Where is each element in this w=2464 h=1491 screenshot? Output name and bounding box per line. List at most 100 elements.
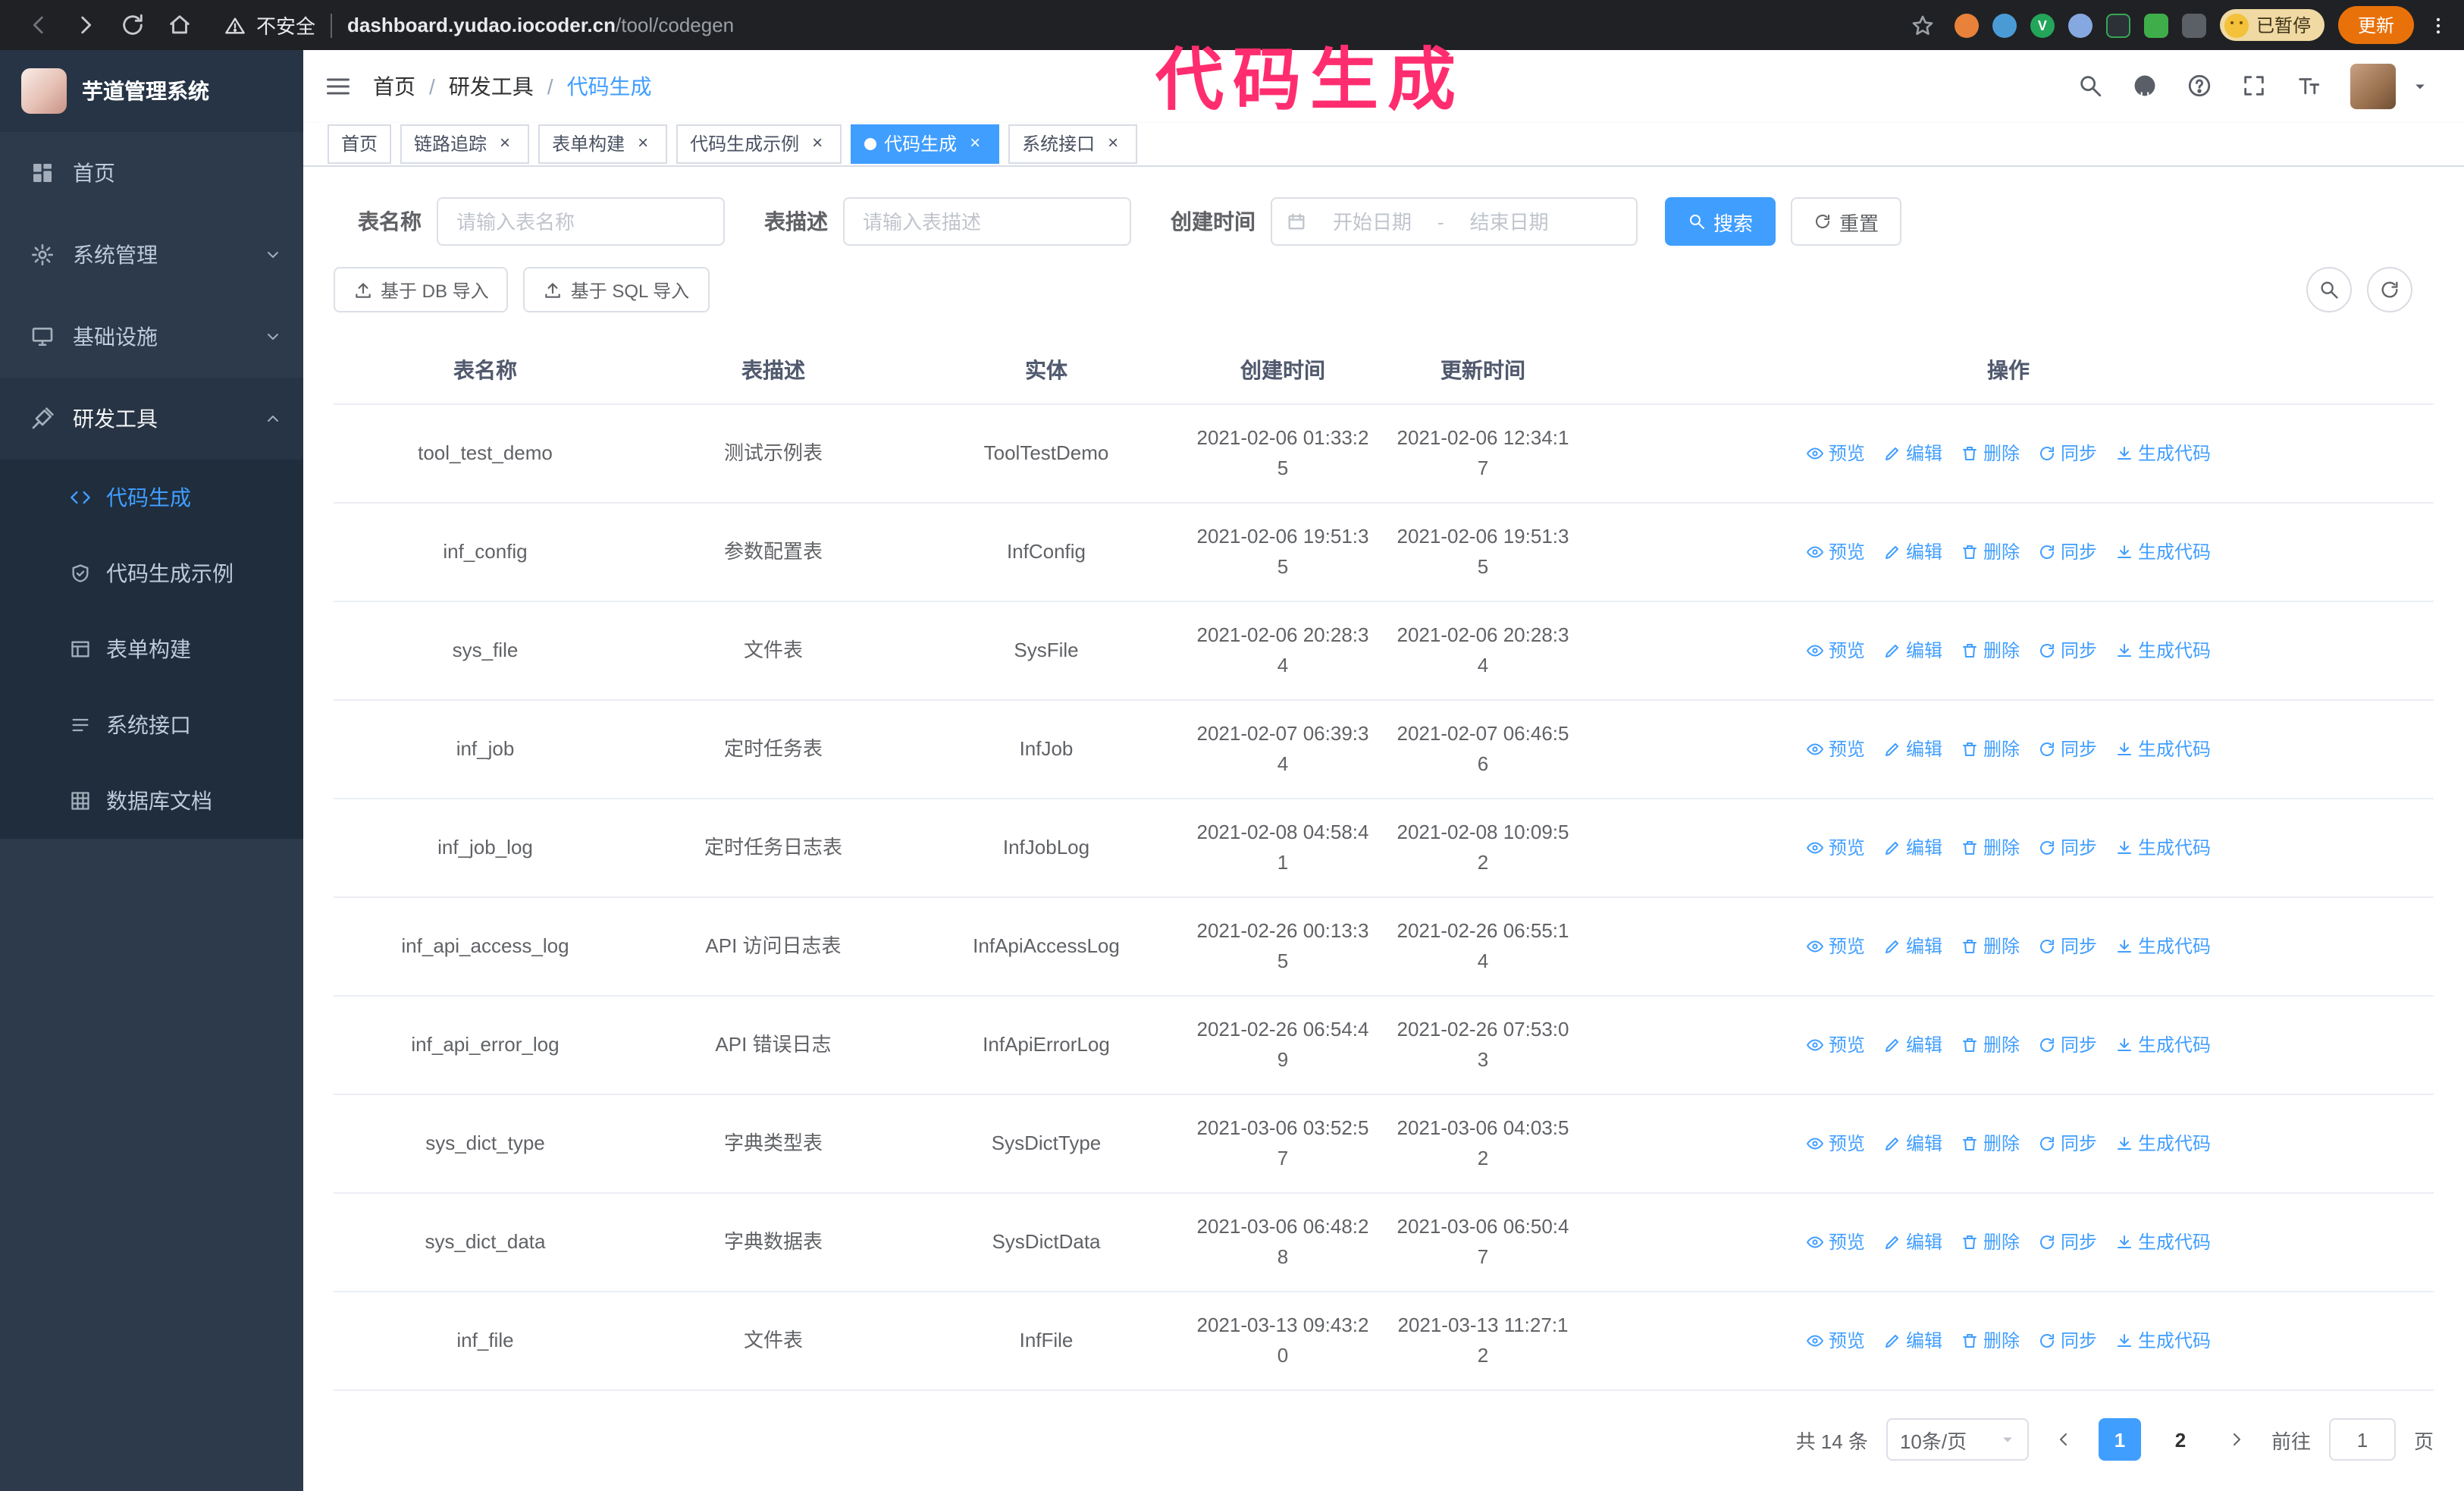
sync-link[interactable]: 同步 [2038,636,2097,666]
delete-link[interactable]: 删除 [1961,537,2020,567]
preview-link[interactable]: 预览 [1806,438,1865,469]
preview-link[interactable]: 预览 [1806,1227,1865,1257]
sync-link[interactable]: 同步 [2038,1227,2097,1257]
address-bar[interactable]: 不安全 dashboard.yudao.iocoder.cn/tool/code… [224,11,734,39]
sidebar-item-infrastructure[interactable]: 基础设施 [0,296,303,378]
font-size-icon[interactable] [2296,74,2321,99]
edit-link[interactable]: 编辑 [1883,438,1942,469]
edit-link[interactable]: 编辑 [1883,1128,1942,1159]
edit-link[interactable]: 编辑 [1883,1227,1942,1257]
profile-paused-badge[interactable]: 已暂停 [2219,9,2324,41]
start-date-input[interactable] [1313,210,1431,233]
sync-link[interactable]: 同步 [2038,1128,2097,1159]
generate-code-link[interactable]: 生成代码 [2115,1030,2211,1060]
sidebar-item-system-api[interactable]: 系统接口 [0,687,303,763]
toggle-search-button[interactable] [2306,267,2352,312]
edit-link[interactable]: 编辑 [1883,833,1942,863]
generate-code-link[interactable]: 生成代码 [2115,1128,2211,1159]
edit-link[interactable]: 编辑 [1883,537,1942,567]
breadcrumb-dev-tools[interactable]: 研发工具 [449,71,534,102]
generate-code-link[interactable]: 生成代码 [2115,1326,2211,1356]
extension-icon-4[interactable] [2067,13,2093,37]
prev-page-button[interactable] [2047,1418,2080,1461]
delete-link[interactable]: 删除 [1961,1030,2020,1060]
preview-link[interactable]: 预览 [1806,931,1865,962]
app-logo-row[interactable]: 芋道管理系统 [0,50,303,132]
sidebar-item-db-doc[interactable]: 数据库文档 [0,763,303,839]
generate-code-link[interactable]: 生成代码 [2115,734,2211,764]
tab-codegen-example[interactable]: 代码生成示例 × [676,124,842,164]
browser-update-button[interactable]: 更新 [2337,6,2414,44]
edit-link[interactable]: 编辑 [1883,734,1942,764]
sync-link[interactable]: 同步 [2038,1326,2097,1356]
delete-link[interactable]: 删除 [1961,1227,2020,1257]
preview-link[interactable]: 预览 [1806,833,1865,863]
generate-code-link[interactable]: 生成代码 [2115,537,2211,567]
import-db-button[interactable]: 基于 DB 导入 [334,267,509,312]
browser-reload-button[interactable] [120,12,146,38]
sync-link[interactable]: 同步 [2038,438,2097,469]
sidebar-item-home[interactable]: 首页 [0,132,303,214]
delete-link[interactable]: 删除 [1961,734,2020,764]
user-avatar[interactable] [2350,63,2396,109]
fullscreen-icon[interactable] [2241,74,2267,99]
sync-link[interactable]: 同步 [2038,833,2097,863]
table-name-input[interactable] [437,197,725,246]
sidebar-item-form-builder[interactable]: 表单构建 [0,611,303,687]
table-desc-input[interactable] [843,197,1131,246]
browser-forward-button[interactable] [73,12,99,38]
sidebar-item-codegen-example[interactable]: 代码生成示例 [0,535,303,611]
page-button-2[interactable]: 2 [2159,1418,2202,1461]
github-icon[interactable] [2132,74,2158,99]
extension-icon-6[interactable] [2143,13,2168,37]
delete-link[interactable]: 删除 [1961,1128,2020,1159]
extension-icon-5[interactable] [2105,13,2130,37]
end-date-input[interactable] [1450,210,1569,233]
generate-code-link[interactable]: 生成代码 [2115,1227,2211,1257]
close-tab-icon[interactable]: × [1102,133,1124,155]
extension-icon-1[interactable] [1954,13,1979,37]
avatar-caret-down-icon[interactable] [2412,79,2428,94]
refresh-table-button[interactable] [2367,267,2412,312]
edit-link[interactable]: 编辑 [1883,1326,1942,1356]
extension-icon-3[interactable]: V [2030,13,2055,37]
extension-icon-7[interactable] [2181,13,2206,37]
preview-link[interactable]: 预览 [1806,734,1865,764]
tab-codegen[interactable]: 代码生成 × [851,124,1000,164]
browser-back-button[interactable] [26,12,52,38]
preview-link[interactable]: 预览 [1806,1128,1865,1159]
sync-link[interactable]: 同步 [2038,537,2097,567]
tab-home[interactable]: 首页 [328,124,392,164]
delete-link[interactable]: 删除 [1961,438,2020,469]
preview-link[interactable]: 预览 [1806,636,1865,666]
close-tab-icon[interactable]: × [632,133,654,155]
browser-menu-icon[interactable] [2428,14,2449,36]
generate-code-link[interactable]: 生成代码 [2115,833,2211,863]
generate-code-link[interactable]: 生成代码 [2115,636,2211,666]
browser-home-button[interactable] [167,12,193,38]
page-size-select[interactable]: 10条/页 [1886,1418,2029,1461]
sidebar-item-system-management[interactable]: 系统管理 [0,214,303,296]
import-sql-button[interactable]: 基于 SQL 导入 [523,267,710,312]
next-page-button[interactable] [2220,1418,2253,1461]
tab-system-api[interactable]: 系统接口 × [1008,124,1138,164]
sync-link[interactable]: 同步 [2038,931,2097,962]
date-range-picker[interactable]: - [1271,197,1638,246]
preview-link[interactable]: 预览 [1806,1030,1865,1060]
preview-link[interactable]: 预览 [1806,1326,1865,1356]
tab-tracing[interactable]: 链路追踪 × [400,124,530,164]
goto-page-input[interactable] [2328,1418,2396,1461]
sidebar-item-dev-tools[interactable]: 研发工具 [0,378,303,460]
header-search-icon[interactable] [2077,74,2103,99]
generate-code-link[interactable]: 生成代码 [2115,931,2211,962]
delete-link[interactable]: 删除 [1961,833,2020,863]
search-button[interactable]: 搜索 [1665,197,1776,246]
extension-icon-2[interactable] [1992,13,2017,37]
tab-form-builder[interactable]: 表单构建 × [538,124,668,164]
edit-link[interactable]: 编辑 [1883,636,1942,666]
delete-link[interactable]: 删除 [1961,931,2020,962]
delete-link[interactable]: 删除 [1961,636,2020,666]
generate-code-link[interactable]: 生成代码 [2115,438,2211,469]
sync-link[interactable]: 同步 [2038,734,2097,764]
preview-link[interactable]: 预览 [1806,537,1865,567]
